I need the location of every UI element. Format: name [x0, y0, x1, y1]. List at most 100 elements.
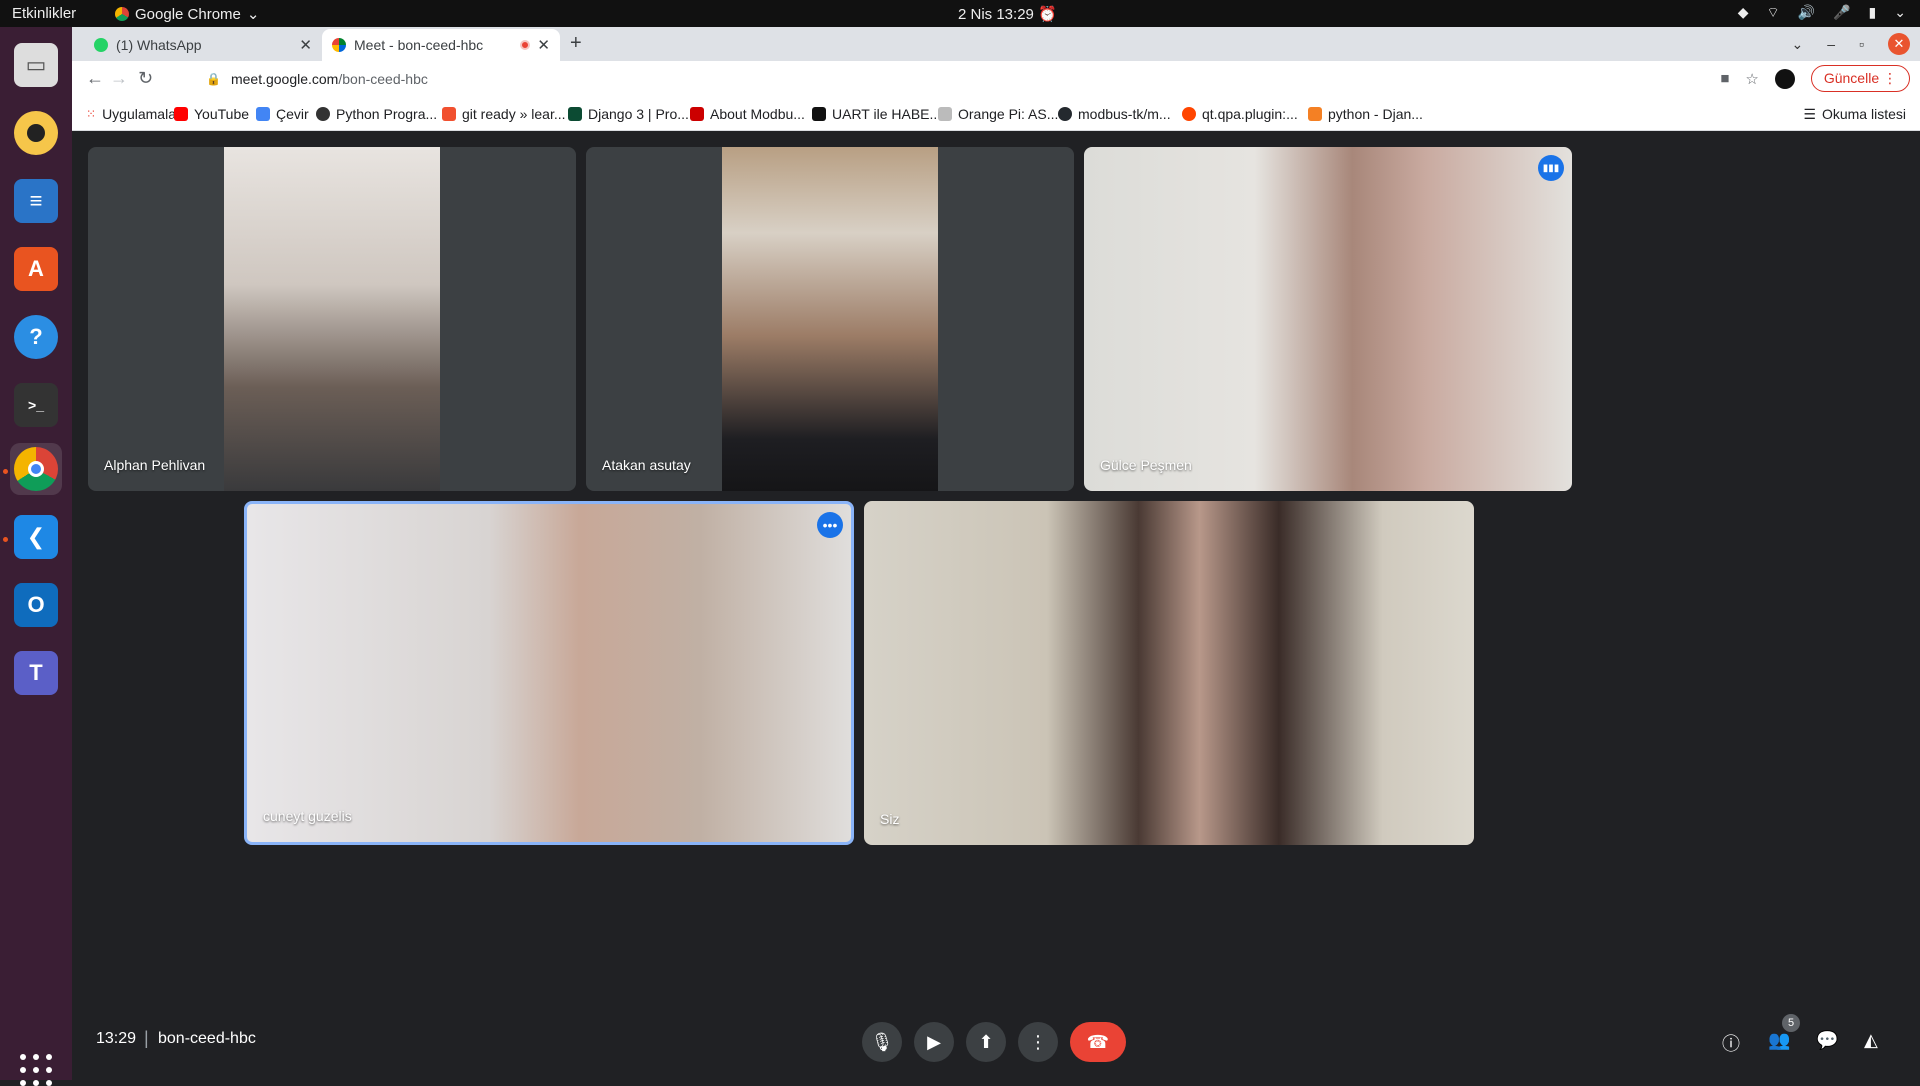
bookmark-uart[interactable]: UART ile HABE...	[812, 106, 941, 122]
participant-tile[interactable]: Alphan Pehlivan	[88, 147, 576, 491]
running-indicator	[3, 469, 8, 474]
vscode-launcher[interactable]: ❮	[10, 511, 62, 563]
bookmark-github[interactable]: modbus-tk/m...	[1058, 106, 1171, 122]
bookmark-python-django[interactable]: python - Djan...	[1308, 106, 1423, 122]
present-screen-icon: ⬆	[978, 1032, 993, 1053]
participant-tile[interactable]: Siz	[864, 501, 1474, 845]
camera-button[interactable]: ▶	[914, 1022, 954, 1062]
back-button[interactable]: ←	[86, 68, 104, 89]
tab-whatsapp[interactable]: (1) WhatsApp ✕	[84, 29, 322, 61]
participant-tile[interactable]: ▮▮▮ Gülce Peşmen	[1084, 147, 1572, 491]
participant-name: Alphan Pehlivan	[104, 457, 205, 473]
alarm-icon: ⏰	[1038, 6, 1057, 23]
participant-tile[interactable]: Atakan asutay	[586, 147, 1074, 491]
close-icon[interactable]: ✕	[299, 36, 312, 54]
star-icon[interactable]: ☆	[1745, 70, 1758, 88]
activities-button[interactable]: Etkinlikler	[12, 5, 76, 22]
chat-button[interactable]: 💬	[1816, 1030, 1838, 1051]
meeting-details-button[interactable]: ⓘ	[1722, 1030, 1740, 1056]
teams-launcher[interactable]: T	[10, 647, 62, 699]
minimize-button[interactable]: –	[1827, 36, 1835, 52]
participant-name: Atakan asutay	[602, 457, 691, 473]
video-camera-icon: ▶	[927, 1032, 941, 1053]
participant-tile[interactable]: ••• cuneyt guzelis	[244, 501, 854, 845]
leave-call-button[interactable]: ☎	[1070, 1022, 1126, 1062]
software-launcher[interactable]: A	[10, 243, 62, 295]
reading-list-label: Okuma listesi	[1822, 106, 1906, 123]
tab-search-icon[interactable]: ⌄	[1792, 36, 1804, 53]
vscode-icon: ❮	[14, 515, 58, 559]
more-options-icon[interactable]: •••	[817, 512, 843, 538]
info-icon: ⓘ	[1722, 1034, 1740, 1054]
chrome-launcher[interactable]	[10, 443, 62, 495]
rhythmbox-launcher[interactable]	[10, 107, 62, 159]
present-button[interactable]: ⬆	[966, 1022, 1006, 1062]
reload-button[interactable]: ↻	[138, 68, 153, 89]
close-icon[interactable]: ✕	[537, 36, 550, 54]
software-icon: A	[14, 247, 58, 291]
bookmarks-bar: ⁙Uygulamalar YouTube Çevir Python Progra…	[72, 97, 1920, 131]
new-tab-button[interactable]: +	[570, 32, 582, 55]
close-window-button[interactable]: ✕	[1888, 33, 1910, 55]
speaking-indicator-icon: ▮▮▮	[1538, 155, 1564, 181]
outlook-launcher[interactable]: O	[10, 579, 62, 631]
tab-title: Meet - bon-ceed-hbc	[354, 37, 483, 53]
app-menu[interactable]: Google Chrome ⌄	[115, 5, 259, 23]
browser-toolbar: ← → ↻ 🔒 meet.google.com/bon-ceed-hbc ■ ☆…	[72, 61, 1920, 97]
writer-launcher[interactable]: ≡	[10, 175, 62, 227]
bookmark-qt[interactable]: qt.qpa.plugin:...	[1182, 106, 1298, 122]
recording-icon	[520, 40, 530, 50]
profile-avatar[interactable]	[1775, 69, 1795, 89]
stackoverflow-icon	[1308, 107, 1322, 121]
battery-icon: ▮	[1869, 4, 1877, 22]
bookmark-label: python - Djan...	[1328, 106, 1423, 122]
tab-meet[interactable]: Meet - bon-ceed-hbc ✕	[322, 29, 560, 61]
microphone-button[interactable]: 🎙	[862, 1022, 902, 1062]
bookmark-label: modbus-tk/m...	[1078, 106, 1171, 122]
more-options-button[interactable]: ⋮	[1018, 1022, 1058, 1062]
reading-list-icon: ☰	[1803, 106, 1816, 123]
bookmark-modbus[interactable]: About Modbu...	[690, 106, 805, 122]
participant-name: cuneyt guzelis	[263, 808, 352, 824]
system-clock[interactable]: 2 Nis 13:29 ⏰	[958, 5, 1057, 23]
lock-icon: 🔒	[206, 72, 221, 86]
bookmark-orangepi[interactable]: Orange Pi: AS...	[938, 106, 1058, 122]
people-button[interactable]: 👥	[1768, 1030, 1790, 1051]
uart-icon	[812, 107, 826, 121]
forward-button[interactable]: →	[110, 68, 128, 89]
bookmark-label: YouTube	[194, 106, 249, 122]
bookmark-translate[interactable]: Çevir	[256, 106, 309, 122]
bookmark-apps[interactable]: ⁙Uygulamalar	[86, 106, 181, 122]
bookmark-python[interactable]: Python Progra...	[316, 106, 437, 122]
participant-video	[722, 147, 938, 491]
bookmark-label: git ready » lear...	[462, 106, 566, 122]
translate-icon	[256, 107, 270, 121]
url-path: /bon-ceed-hbc	[338, 71, 428, 87]
tab-title: (1) WhatsApp	[116, 37, 202, 53]
files-launcher[interactable]: ▭	[10, 39, 62, 91]
terminal-launcher[interactable]: >_	[10, 379, 62, 431]
apps-grid-icon: ⁙	[86, 107, 96, 121]
address-bar[interactable]: 🔒 meet.google.com/bon-ceed-hbc	[192, 65, 1772, 93]
chat-icon: 💬	[1816, 1030, 1838, 1050]
participant-video	[224, 147, 440, 491]
bookmark-git[interactable]: git ready » lear...	[442, 106, 566, 122]
speaker-icon	[14, 111, 58, 155]
maximize-button[interactable]: ▫	[1859, 36, 1864, 52]
bookmark-label: Django 3 | Pro...	[588, 106, 689, 122]
camera-icon[interactable]: ■	[1720, 70, 1729, 87]
bookmark-label: About Modbu...	[710, 106, 805, 122]
meet-control-bar: 13:29 | bon-ceed-hbc 🎙 ▶ ⬆ ⋮ ☎ ⓘ 👥 5 💬 ◭	[72, 1006, 1920, 1080]
modbus-icon	[690, 107, 704, 121]
bookmark-django[interactable]: Django 3 | Pro...	[568, 106, 689, 122]
update-button[interactable]: Güncelle ⋮	[1811, 65, 1910, 92]
bookmark-youtube[interactable]: YouTube	[174, 106, 249, 122]
show-apps-button[interactable]	[20, 1054, 52, 1086]
activities-button[interactable]: ◭	[1864, 1030, 1878, 1051]
bookmark-label: Orange Pi: AS...	[958, 106, 1058, 122]
help-launcher[interactable]: ?	[10, 311, 62, 363]
teams-tray-icon: ◆	[1738, 4, 1749, 22]
system-tray[interactable]: ◆ ⌔ 🔊 🎤 ▮ ⌄	[1738, 4, 1906, 22]
reading-list-button[interactable]: ☰ Okuma listesi	[1803, 106, 1906, 123]
meeting-code[interactable]: bon-ceed-hbc	[158, 1030, 256, 1048]
